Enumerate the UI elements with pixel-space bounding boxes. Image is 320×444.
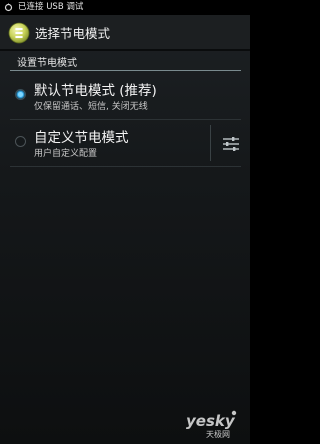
radio-dot xyxy=(18,92,23,97)
radio-button-selected[interactable] xyxy=(15,89,26,100)
svg-text:天极网: 天极网 xyxy=(206,429,230,439)
section-divider xyxy=(10,70,241,71)
sliders-settings-icon xyxy=(222,136,239,151)
page-title: 选择节电模式 xyxy=(35,26,111,41)
svg-text:yesky: yesky xyxy=(186,412,236,430)
option-title: 默认节电模式 (推荐) xyxy=(34,83,157,99)
screen: 已连接 USB 调试 选择节电模式 设置节电模式 默认节电模式 (推荐) 仅保留… xyxy=(0,0,250,444)
radio-button-unselected[interactable] xyxy=(15,136,26,147)
status-notification-text: 已连接 USB 调试 xyxy=(18,2,84,12)
usb-debug-icon xyxy=(3,3,13,13)
option-summary: 用户自定义配置 xyxy=(34,149,98,159)
option-custom-power-saving[interactable]: 自定义节电模式 用户自定义配置 xyxy=(0,120,250,167)
action-bar: 选择节电模式 xyxy=(0,15,250,50)
section-header: 设置节电模式 xyxy=(17,58,77,69)
option-summary: 仅保留通话、短信, 关闭无线 xyxy=(34,102,148,112)
option-default-power-saving[interactable]: 默认节电模式 (推荐) 仅保留通话、短信, 关闭无线 xyxy=(0,73,250,120)
status-bar: 已连接 USB 调试 xyxy=(0,0,250,15)
custom-settings-button[interactable] xyxy=(211,120,250,167)
list-divider xyxy=(10,166,241,167)
yesky-watermark-logo: yesky 天极网 xyxy=(184,409,244,439)
option-title: 自定义节电模式 xyxy=(34,130,129,146)
power-saving-app-icon[interactable] xyxy=(8,22,30,44)
action-bar-divider xyxy=(0,49,250,51)
